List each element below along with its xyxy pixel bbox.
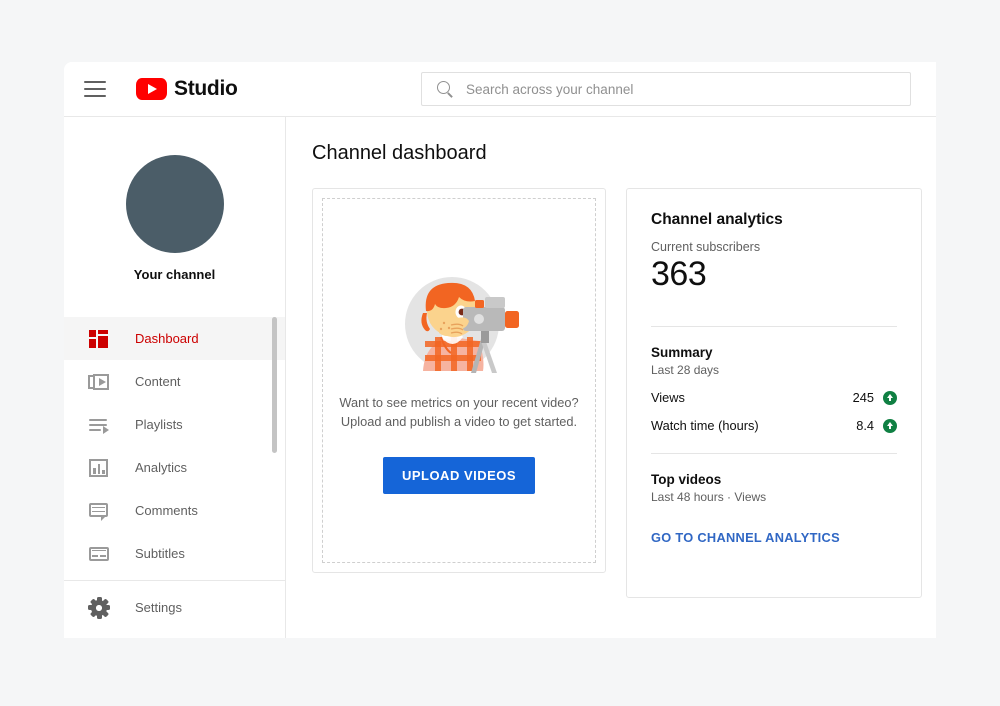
top-videos-title: Top videos bbox=[651, 472, 897, 487]
upload-card: Want to see metrics on your recent video… bbox=[312, 188, 606, 573]
sidebar-item-dashboard[interactable]: Dashboard bbox=[64, 317, 285, 360]
sidebar-item-comments[interactable]: Comments bbox=[64, 489, 285, 532]
dashboard-cards: Want to see metrics on your recent video… bbox=[312, 188, 936, 598]
dashboard-icon bbox=[88, 328, 110, 350]
go-to-channel-analytics-link[interactable]: GO TO CHANNEL ANALYTICS bbox=[651, 530, 840, 545]
main-content: Channel dashboard bbox=[286, 117, 936, 638]
sidebar-item-analytics[interactable]: Analytics bbox=[64, 446, 285, 489]
subscribers-label: Current subscribers bbox=[651, 240, 897, 254]
channel-analytics-card: Channel analytics Current subscribers 36… bbox=[626, 188, 922, 598]
sidebar-item-label: Content bbox=[135, 374, 181, 389]
avatar[interactable] bbox=[126, 155, 224, 253]
upload-text-line2: Upload and publish a video to get starte… bbox=[339, 413, 578, 432]
page-background: Studio Your channel Dashboard bbox=[0, 0, 1000, 706]
divider bbox=[651, 453, 897, 454]
upload-videos-button[interactable]: UPLOAD VIDEOS bbox=[383, 457, 535, 494]
sidebar-item-label: Settings bbox=[135, 600, 182, 615]
analytics-icon bbox=[88, 457, 110, 479]
sidebar-item-label: Subtitles bbox=[135, 546, 185, 561]
sidebar-item-label: Dashboard bbox=[135, 331, 199, 346]
sidebar-item-label: Comments bbox=[135, 503, 198, 518]
sidebar-scrollbar-thumb[interactable] bbox=[272, 317, 277, 453]
sidebar-scrollbar-track[interactable] bbox=[276, 317, 281, 617]
content-icon bbox=[88, 371, 110, 393]
metric-value: 8.4 bbox=[856, 418, 874, 433]
sidebar-item-settings[interactable]: Settings bbox=[64, 586, 285, 629]
upload-text-line1: Want to see metrics on your recent video… bbox=[339, 394, 578, 413]
upload-card-text: Want to see metrics on your recent video… bbox=[339, 394, 578, 431]
sidebar-item-playlists[interactable]: Playlists bbox=[64, 403, 285, 446]
trend-up-icon bbox=[883, 419, 897, 433]
videographer-illustration bbox=[389, 267, 529, 382]
studio-window: Studio Your channel Dashboard bbox=[64, 62, 936, 638]
brand-label: Studio bbox=[174, 77, 238, 101]
metric-name: Watch time (hours) bbox=[651, 418, 856, 433]
hamburger-icon[interactable] bbox=[84, 81, 106, 97]
search-input[interactable] bbox=[466, 82, 866, 97]
sidebar-item-content[interactable]: Content bbox=[64, 360, 285, 403]
channel-name: Your channel bbox=[134, 267, 215, 282]
settings-gear-icon bbox=[88, 597, 110, 619]
search-icon bbox=[436, 80, 454, 98]
metric-name: Views bbox=[651, 390, 853, 405]
summary-title: Summary bbox=[651, 345, 897, 360]
sidebar-item-label: Playlists bbox=[135, 417, 183, 432]
sidebar: Your channel Dashboard Content bbox=[64, 117, 286, 638]
top-header: Studio bbox=[64, 62, 936, 117]
studio-brand[interactable]: Studio bbox=[136, 77, 238, 101]
subtitles-icon bbox=[88, 543, 110, 565]
sidebar-item-label: Analytics bbox=[135, 460, 187, 475]
trend-up-icon bbox=[883, 391, 897, 405]
comments-icon bbox=[88, 500, 110, 522]
subscribers-value: 363 bbox=[651, 255, 897, 294]
search-box[interactable] bbox=[421, 72, 911, 106]
sidebar-divider bbox=[64, 580, 285, 581]
metric-row: Watch time (hours) 8.4 bbox=[651, 418, 897, 433]
summary-period: Last 28 days bbox=[651, 363, 897, 377]
channel-block[interactable]: Your channel bbox=[64, 117, 285, 282]
divider bbox=[651, 326, 897, 327]
sidebar-item-send-feedback[interactable]: Send feedback bbox=[64, 629, 285, 638]
youtube-logo-icon bbox=[136, 78, 167, 100]
top-videos-subtitle: Last 48 hours · Views bbox=[651, 490, 897, 504]
metric-row: Views 245 bbox=[651, 390, 897, 405]
metric-value: 245 bbox=[853, 390, 874, 405]
page-title: Channel dashboard bbox=[312, 142, 936, 165]
analytics-card-title: Channel analytics bbox=[651, 211, 897, 229]
sidebar-item-subtitles[interactable]: Subtitles bbox=[64, 532, 285, 575]
sidebar-nav: Dashboard Content Playlists bbox=[64, 317, 285, 638]
playlists-icon bbox=[88, 414, 110, 436]
upload-dropzone[interactable]: Want to see metrics on your recent video… bbox=[322, 198, 596, 563]
